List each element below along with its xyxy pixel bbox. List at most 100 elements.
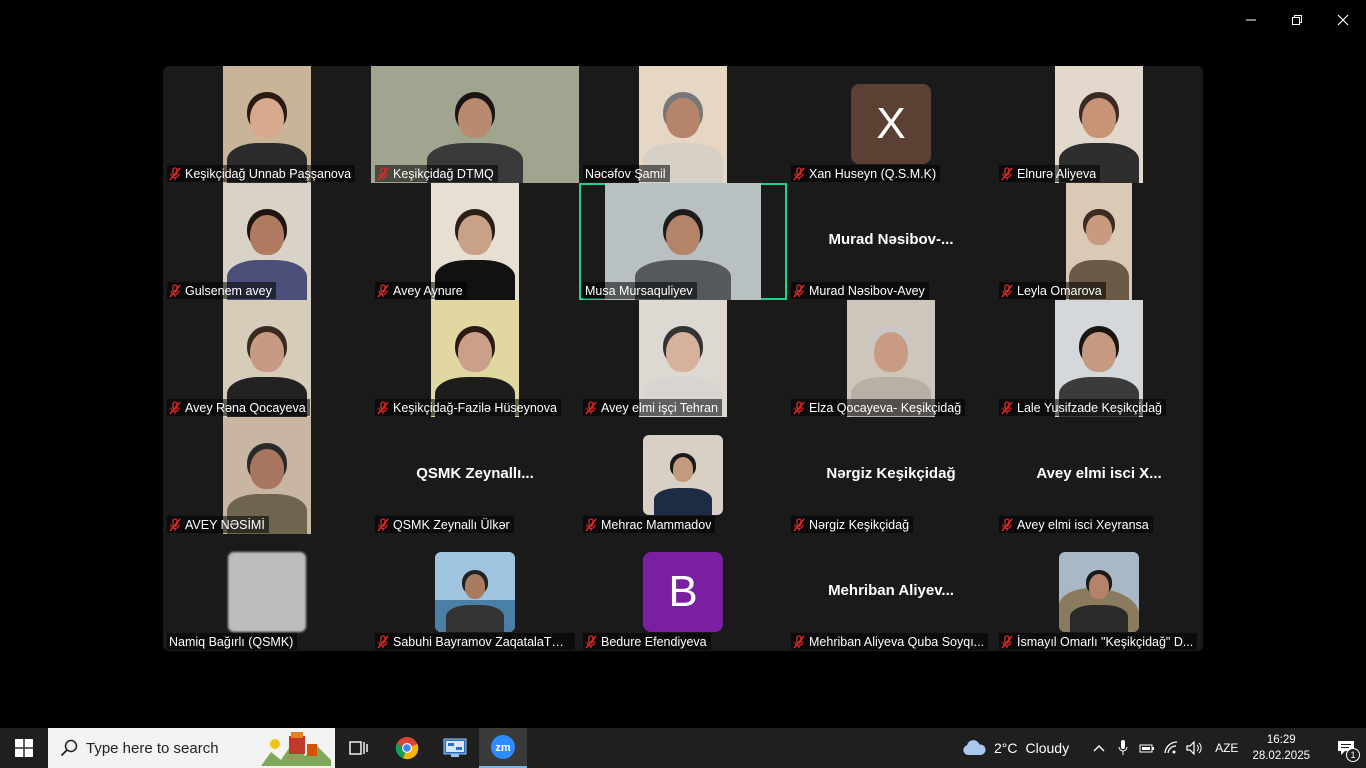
search-highlight-icon xyxy=(261,732,331,766)
system-tray: 2°C Cloudy AZE 16:29 28.02.2025 1 xyxy=(962,728,1366,768)
muted-mic-icon xyxy=(1001,634,1013,648)
participant-tile[interactable]: Nərgiz Keşikçidağ Nərgiz Keşikçidağ xyxy=(787,417,995,534)
minimize-button[interactable] xyxy=(1228,0,1274,40)
participant-tile[interactable]: Lale Yusifzade Keşikçidağ xyxy=(995,300,1203,417)
search-icon xyxy=(60,739,78,757)
participant-tile[interactable]: Mehriban Aliyev... Mehriban Aliyeva Quba … xyxy=(787,534,995,651)
participant-name-label: Elnurə Aliyeva xyxy=(999,165,1101,182)
participant-name-label: Avey Aynure xyxy=(375,282,467,299)
task-view-button[interactable] xyxy=(335,728,383,768)
participant-name: Lale Yusifzade Keşikçidağ xyxy=(1017,400,1163,415)
chrome-taskbar-button[interactable] xyxy=(383,728,431,768)
control-panel-taskbar-button[interactable] xyxy=(431,728,479,768)
weather-temp: 2°C xyxy=(994,740,1018,756)
zoom-taskbar-button[interactable]: zm xyxy=(479,728,527,768)
input-language[interactable]: AZE xyxy=(1215,741,1238,755)
participant-tile[interactable]: Avey elmi işçi Tehran xyxy=(579,300,787,417)
start-button[interactable] xyxy=(0,728,48,768)
participant-name: Namiq Bağırlı (QSMK) xyxy=(169,634,294,649)
participant-tile[interactable]: Keşikçidağ-Fazilə Hüseynova xyxy=(371,300,579,417)
participant-name-label: Nəcəfov Şamil xyxy=(583,165,670,182)
cloud-icon xyxy=(963,740,986,755)
participant-display-name: Mehriban Aliyev... xyxy=(828,582,954,599)
participant-tile[interactable]: Sabuhi Bayramov ZaqatalaTM... xyxy=(371,534,579,651)
participant-tile[interactable]: Mehrac Mammadov xyxy=(579,417,787,534)
participant-display-name: Avey elmi isci X... xyxy=(1036,465,1162,482)
svg-text:zm: zm xyxy=(495,742,511,754)
participant-tile[interactable]: Namiq Bağırlı (QSMK) xyxy=(163,534,371,651)
participant-tile[interactable]: QSMK Zeynallı... QSMK Zeynallı Ülkər xyxy=(371,417,579,534)
participant-tile[interactable]: Avey elmi isci X... Avey elmi isci Xeyran… xyxy=(995,417,1203,534)
search-input[interactable] xyxy=(86,739,256,757)
network-tray-button[interactable] xyxy=(1159,728,1183,768)
clock[interactable]: 16:29 28.02.2025 xyxy=(1252,732,1310,764)
participant-tile[interactable]: Nəcəfov Şamil xyxy=(579,66,787,183)
participant-name-label: Keşikçidağ DTMQ xyxy=(375,165,498,182)
window-controls xyxy=(1228,0,1366,40)
muted-mic-icon xyxy=(585,634,597,648)
participant-name: Avey Rəna Qocayeva xyxy=(185,400,306,415)
participant-name: Musa Mursaquliyev xyxy=(585,283,693,298)
muted-mic-icon xyxy=(169,517,181,531)
participant-tile[interactable]: Leyla Omarova xyxy=(995,183,1203,300)
participant-name: Bedure Efendiyeva xyxy=(601,634,707,649)
volume-tray-button[interactable] xyxy=(1183,728,1207,768)
participant-tile[interactable]: Musa Mursaquliyev xyxy=(579,183,787,300)
participant-video xyxy=(228,552,306,632)
participant-name: Elza Qocayeva- Keşikçidağ xyxy=(809,400,962,415)
participant-tile[interactable]: AVEY NƏSİMİ xyxy=(163,417,371,534)
participant-name: Avey elmi isci Xeyransa xyxy=(1017,517,1149,532)
participant-name-label: Lale Yusifzade Keşikçidağ xyxy=(999,399,1167,416)
participant-name-label: Bedure Efendiyeva xyxy=(583,633,711,650)
windows-logo-icon xyxy=(15,739,33,757)
participant-tile[interactable]: İsmayıl Omarlı "Keşikçidağ" D... xyxy=(995,534,1203,651)
participant-tile[interactable]: B Bedure Efendiyeva xyxy=(579,534,787,651)
participant-video xyxy=(643,435,723,515)
muted-mic-icon xyxy=(377,283,389,297)
participant-avatar: X xyxy=(851,84,931,164)
participant-tile[interactable]: Murad Nəsibov-... Murad Nəsibov-Avey xyxy=(787,183,995,300)
muted-mic-icon xyxy=(1001,166,1013,180)
muted-mic-icon xyxy=(585,517,597,531)
participant-display-name: Murad Nəsibov-... xyxy=(828,231,954,248)
participant-name-label: Avey elmi işçi Tehran xyxy=(583,399,722,416)
participant-name-label: Avey Rəna Qocayeva xyxy=(167,399,310,416)
restore-button[interactable] xyxy=(1274,0,1320,40)
taskbar-search[interactable] xyxy=(48,728,335,768)
weather-widget[interactable]: 2°C Cloudy xyxy=(962,740,1069,756)
chrome-icon xyxy=(395,737,419,760)
participant-name-label: Keşikçidağ Unnab Paşşanova xyxy=(167,165,356,182)
show-hidden-icons-button[interactable] xyxy=(1087,728,1111,768)
muted-mic-icon xyxy=(793,634,805,648)
participant-name: Nərgiz Keşikçidağ xyxy=(809,517,910,532)
participant-name: Gulsenem avey xyxy=(185,283,272,298)
participant-tile[interactable]: Avey Aynure xyxy=(371,183,579,300)
clock-time: 16:29 xyxy=(1266,734,1296,746)
gallery-view: Keşikçidağ Unnab Paşşanova Keşikçidağ DTM… xyxy=(163,66,1203,651)
participant-name: Mehriban Aliyeva Quba Soyqı... xyxy=(809,634,985,649)
muted-mic-icon xyxy=(1001,517,1013,531)
close-button[interactable] xyxy=(1320,0,1366,40)
battery-tray-button[interactable] xyxy=(1135,728,1159,768)
muted-mic-icon xyxy=(585,400,597,414)
participant-tile[interactable]: Avey Rəna Qocayeva xyxy=(163,300,371,417)
participant-tile[interactable]: Elnurə Aliyeva xyxy=(995,66,1203,183)
microphone-icon xyxy=(1118,740,1128,755)
participant-tile[interactable]: Keşikçidağ DTMQ xyxy=(371,66,579,183)
participant-tile[interactable]: Keşikçidağ Unnab Paşşanova xyxy=(163,66,371,183)
wifi-icon xyxy=(1164,741,1178,754)
notification-center-button[interactable]: 1 xyxy=(1326,728,1366,768)
weather-condition: Cloudy xyxy=(1025,740,1070,756)
participant-name: Avey elmi işçi Tehran xyxy=(601,400,718,415)
participant-name-label: Elza Qocayeva- Keşikçidağ xyxy=(791,399,966,416)
close-icon xyxy=(1337,14,1349,26)
muted-mic-icon xyxy=(793,400,805,414)
speaker-icon xyxy=(1186,741,1202,755)
participant-tile[interactable]: Elza Qocayeva- Keşikçidağ xyxy=(787,300,995,417)
participant-name-label: Mehriban Aliyeva Quba Soyqı... xyxy=(791,633,989,650)
muted-mic-icon xyxy=(169,400,181,414)
participant-tile[interactable]: X Xan Huseyn (Q.S.M.K) xyxy=(787,66,995,183)
participant-display-name: QSMK Zeynallı... xyxy=(416,465,534,482)
participant-tile[interactable]: Gulsenem avey xyxy=(163,183,371,300)
microphone-tray-button[interactable] xyxy=(1111,728,1135,768)
